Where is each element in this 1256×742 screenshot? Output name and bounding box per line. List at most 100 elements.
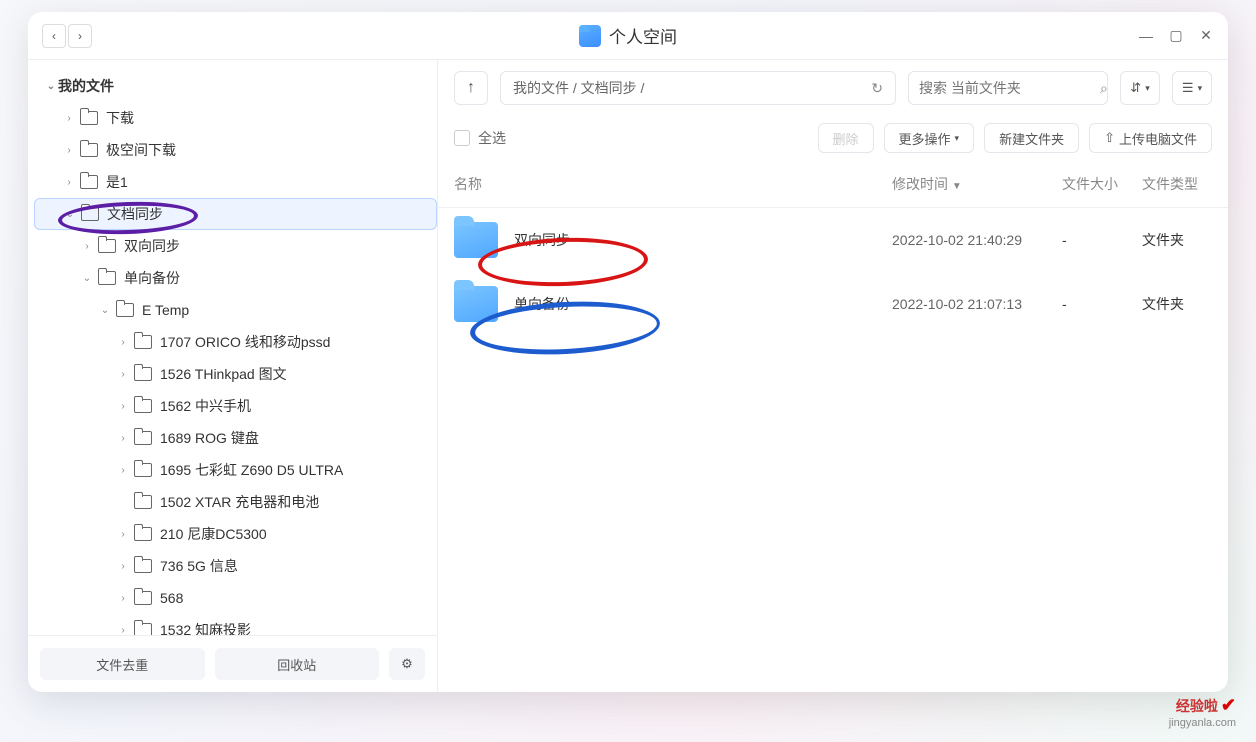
file-name: 单向备份 (514, 294, 570, 314)
tree-item-label: 1689 ROG 键盘 (160, 428, 259, 448)
folder-icon (134, 559, 152, 573)
tree-item[interactable]: ⌄ E Temp (34, 294, 437, 326)
nav-back-button[interactable]: ‹ (42, 24, 66, 48)
select-all-checkbox[interactable]: 全选 (454, 128, 506, 148)
file-list: 双向同步2022-10-02 21:40:29-文件夹单向备份2022-10-0… (438, 208, 1228, 336)
sort-icon: ⇵ (1130, 80, 1141, 96)
tree-item-label: 1695 七彩虹 Z690 D5 ULTRA (160, 460, 343, 480)
tree-item[interactable]: 1502 XTAR 充电器和电池 (34, 486, 437, 518)
folder-icon (98, 239, 116, 253)
delete-button[interactable]: 删除 (818, 123, 874, 153)
tree-item[interactable]: › 736 5G 信息 (34, 550, 437, 582)
folder-icon (80, 111, 98, 125)
chevron-icon[interactable]: › (116, 401, 130, 412)
view-dropdown[interactable]: ☰▾ (1172, 71, 1212, 105)
up-one-level-button[interactable]: ↑ (454, 71, 488, 105)
folder-icon (134, 335, 152, 349)
chevron-icon[interactable]: ⌄ (98, 305, 112, 316)
main-panel: ↑ 我的文件 / 文档同步 / ↻ ⌕ ⇵▾ ☰▾ (438, 60, 1228, 692)
tree-item[interactable]: › 1532 知麻投影 (34, 614, 437, 635)
tree-item[interactable]: ⌄ 单向备份 (34, 262, 437, 294)
maximize-button[interactable]: ▢ (1168, 28, 1184, 44)
file-size: - (1062, 296, 1142, 312)
tree-item-label: 1562 中兴手机 (160, 396, 251, 416)
col-size-header[interactable]: 文件大小 (1062, 174, 1142, 194)
search-box[interactable]: ⌕ (908, 71, 1108, 105)
sidebar: ⌄ 我的文件 ›下载›极空间下载›是1⌄文档同步 › 双向同步 ⌄ 单向备份 ⌄ E Tem… (28, 60, 438, 692)
upload-button[interactable]: ⇧ 上传电脑文件 (1089, 123, 1212, 153)
chevron-icon[interactable]: › (116, 625, 130, 636)
chevron-icon[interactable]: › (116, 337, 130, 348)
chevron-down-icon[interactable]: ⌄ (44, 81, 58, 92)
tree-item[interactable]: ›极空间下载 (34, 134, 437, 166)
folder-icon (134, 399, 152, 413)
file-name: 双向同步 (514, 230, 570, 250)
minimize-button[interactable]: — (1138, 28, 1154, 44)
sort-dropdown[interactable]: ⇵▾ (1120, 71, 1160, 105)
col-time-header[interactable]: 修改时间 ▼ (892, 174, 1062, 194)
chevron-icon[interactable]: › (116, 465, 130, 476)
breadcrumb[interactable]: 我的文件 / 文档同步 / ↻ (500, 71, 896, 105)
folder-icon (134, 495, 152, 509)
chevron-icon[interactable]: › (80, 241, 94, 252)
tree-item[interactable]: › 1695 七彩虹 Z690 D5 ULTRA (34, 454, 437, 486)
tree-item-label: 736 5G 信息 (160, 556, 238, 576)
folder-icon (454, 286, 498, 322)
chevron-icon[interactable]: › (116, 433, 130, 444)
chevron-icon[interactable]: › (62, 177, 76, 188)
tree-item[interactable]: › 1562 中兴手机 (34, 390, 437, 422)
upload-icon: ⇧ (1104, 130, 1115, 146)
tree-item[interactable]: ›568 (34, 582, 437, 614)
window-title: 个人空间 (609, 23, 677, 48)
folder-icon (454, 222, 498, 258)
col-type-header[interactable]: 文件类型 (1142, 174, 1212, 194)
tree-item-label: 1532 知麻投影 (160, 620, 251, 635)
folder-icon (134, 367, 152, 381)
settings-button[interactable]: ⚙ (389, 648, 425, 680)
tree-item-label: 单向备份 (124, 268, 180, 288)
chevron-icon[interactable]: › (116, 529, 130, 540)
folder-icon (134, 623, 152, 635)
tree-item-label: 双向同步 (124, 236, 180, 256)
refresh-icon[interactable]: ↻ (871, 80, 883, 97)
tree-item[interactable]: ›是1 (34, 166, 437, 198)
close-button[interactable]: ✕ (1198, 28, 1214, 44)
tree-item-label: 1502 XTAR 充电器和电池 (160, 492, 319, 512)
nav-forward-button[interactable]: › (68, 24, 92, 48)
new-folder-button[interactable]: 新建文件夹 (984, 123, 1079, 153)
chevron-icon[interactable]: ⌄ (80, 273, 94, 284)
tree-item[interactable]: › 双向同步 (34, 230, 437, 262)
chevron-icon[interactable]: › (62, 113, 76, 124)
chevron-icon[interactable]: ⌄ (63, 209, 77, 220)
tree-root[interactable]: ⌄ 我的文件 (34, 70, 437, 102)
tree-item-label: E Temp (142, 302, 189, 318)
tree-item[interactable]: ›下载 (34, 102, 437, 134)
app-window: ‹ › 个人空间 — ▢ ✕ ⌄ 我的文件 ›下载›极空间下载›是1⌄文档同步›… (28, 12, 1228, 692)
table-row[interactable]: 双向同步2022-10-02 21:40:29-文件夹 (438, 208, 1228, 272)
tree-item[interactable]: › 1526 THinkpad 图文 (34, 358, 437, 390)
col-name-header[interactable]: 名称 (454, 174, 892, 194)
chevron-icon[interactable]: › (116, 369, 130, 380)
folder-icon (134, 463, 152, 477)
folder-icon (81, 207, 99, 221)
dedup-button[interactable]: 文件去重 (40, 648, 205, 680)
search-input[interactable] (919, 80, 1100, 96)
tree-item[interactable]: ⌄文档同步 (34, 198, 437, 230)
chevron-icon[interactable]: › (116, 561, 130, 572)
folder-tree[interactable]: ⌄ 我的文件 ›下载›极空间下载›是1⌄文档同步 › 双向同步 ⌄ 单向备份 ⌄ E Tem… (28, 60, 437, 635)
chevron-icon[interactable]: › (116, 593, 130, 604)
chevron-icon[interactable]: › (62, 145, 76, 156)
tree-item[interactable]: › 1689 ROG 键盘 (34, 422, 437, 454)
folder-icon (80, 175, 98, 189)
file-size: - (1062, 232, 1142, 248)
more-actions-button[interactable]: 更多操作▾ (884, 123, 975, 153)
tree-item[interactable]: ›1707 ORICO 线和移动pssd (34, 326, 437, 358)
tree-item-label: 1526 THinkpad 图文 (160, 364, 287, 384)
tree-item[interactable]: ›210 尼康DC5300 (34, 518, 437, 550)
table-row[interactable]: 单向备份2022-10-02 21:07:13-文件夹 (438, 272, 1228, 336)
gear-icon: ⚙ (401, 656, 413, 672)
table-header: 名称 修改时间 ▼ 文件大小 文件类型 (438, 160, 1228, 208)
folder-icon (80, 143, 98, 157)
trash-button[interactable]: 回收站 (215, 648, 380, 680)
folder-icon (134, 527, 152, 541)
